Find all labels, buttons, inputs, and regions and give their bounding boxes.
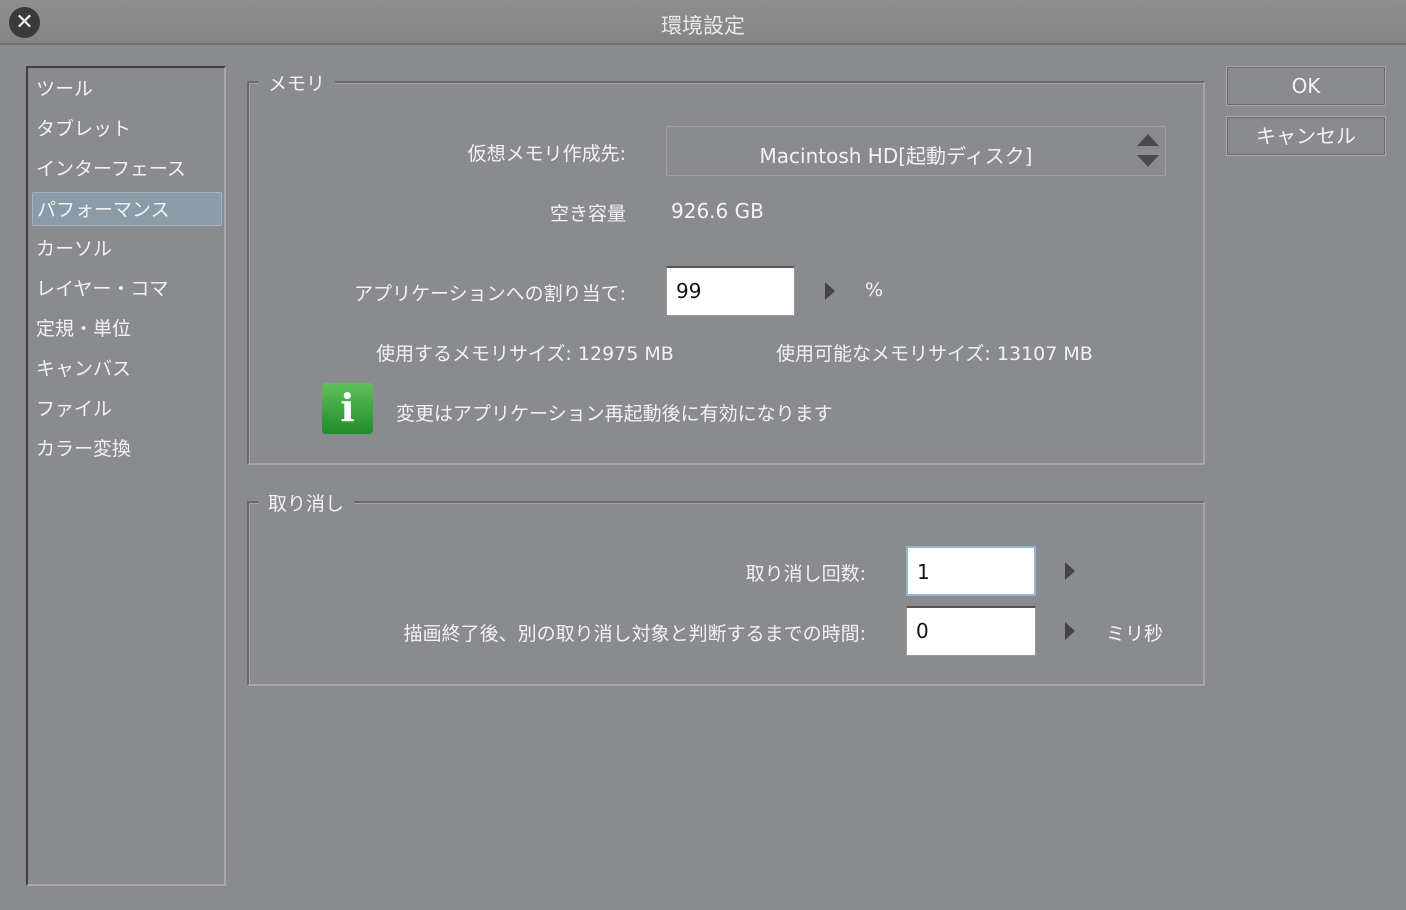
memory-legend: メモリ [258, 69, 336, 96]
allocation-slider-arrow-icon[interactable] [825, 282, 835, 300]
sidebar-item-file[interactable]: ファイル [32, 392, 222, 426]
vm-select[interactable]: Macintosh HD[起動ディスク] [666, 126, 1166, 176]
used-memory-value: 12975 MB [577, 343, 674, 365]
free-space-value: 926.6 GB [671, 199, 764, 223]
free-space-label: 空き容量 [549, 203, 626, 225]
allocation-input[interactable]: 99 [666, 266, 795, 316]
sidebar-item-cursor[interactable]: カーソル [32, 232, 222, 266]
undo-time-arrow-icon[interactable] [1065, 622, 1075, 640]
undo-time-label: 描画終了後、別の取り消し対象と判断するまでの時間: [403, 623, 866, 645]
used-memory: 使用するメモリサイズ: 12975 MB [376, 339, 674, 366]
sidebar-item-tablet[interactable]: タブレット [32, 112, 222, 146]
undo-count-arrow-icon[interactable] [1065, 562, 1075, 580]
available-memory: 使用可能なメモリサイズ: 13107 MB [776, 339, 1093, 366]
vm-select-value: Macintosh HD[起動ディスク] [759, 144, 1033, 168]
info-icon: i [322, 383, 373, 434]
sidebar-item-interface[interactable]: インターフェース [32, 152, 222, 186]
window-title: 環境設定 [661, 14, 745, 38]
undo-count-label: 取り消し回数: [745, 563, 866, 585]
undo-count-input[interactable]: 1 [906, 546, 1036, 596]
sidebar-item-performance[interactable]: パフォーマンス [32, 192, 222, 226]
sidebar-item-canvas[interactable]: キャンバス [32, 352, 222, 386]
sidebar-item-tool[interactable]: ツール [32, 72, 222, 106]
info-message: 変更はアプリケーション再起動後に有効になります [396, 403, 833, 425]
undo-time-unit: ミリ秒 [1106, 623, 1164, 645]
allocation-label: アプリケーションへの割り当て: [353, 283, 626, 305]
ok-button[interactable]: OK [1226, 66, 1386, 106]
category-list: ツール タブレット インターフェース パフォーマンス カーソル レイヤー・コマ … [26, 66, 226, 886]
sidebar-item-ruler-unit[interactable]: 定規・単位 [32, 312, 222, 346]
used-memory-label: 使用するメモリサイズ: [376, 343, 572, 365]
sidebar-item-layer[interactable]: レイヤー・コマ [32, 272, 222, 306]
undo-legend: 取り消し [258, 489, 355, 516]
sidebar-item-color-conversion[interactable]: カラー変換 [32, 432, 222, 466]
allocation-unit: % [865, 279, 884, 301]
available-memory-value: 13107 MB [996, 343, 1093, 365]
cancel-button[interactable]: キャンセル [1226, 116, 1386, 156]
undo-time-input[interactable]: 0 [906, 606, 1036, 656]
undo-group [247, 501, 1205, 686]
available-memory-label: 使用可能なメモリサイズ: [776, 343, 991, 365]
up-arrow-icon [1137, 134, 1159, 146]
down-arrow-icon [1137, 155, 1159, 167]
vm-label: 仮想メモリ作成先: [467, 143, 626, 165]
